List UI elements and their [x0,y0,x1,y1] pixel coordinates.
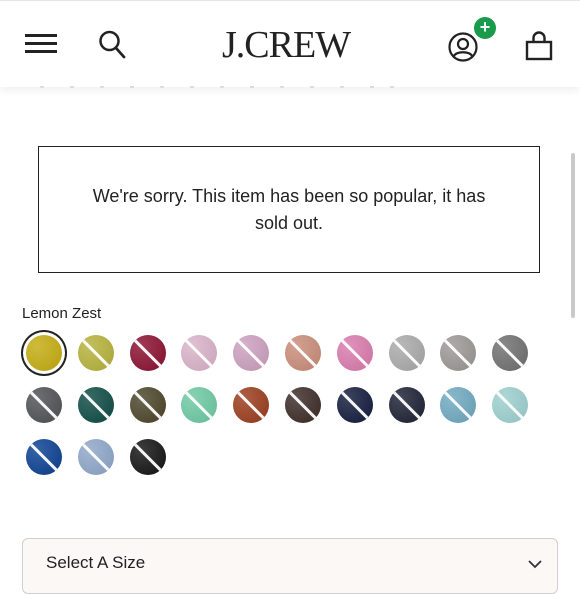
color-swatch[interactable] [77,439,114,475]
bag-icon[interactable] [525,31,553,61]
account-icon[interactable] [447,31,479,63]
color-swatch[interactable] [129,335,166,371]
size-select-dropdown[interactable]: Select A Size [22,538,558,594]
color-swatch[interactable] [129,387,166,423]
color-swatch[interactable] [440,335,477,371]
color-swatch[interactable] [77,335,114,371]
search-icon[interactable] [98,29,126,59]
color-swatch[interactable] [129,439,166,475]
menu-icon[interactable] [25,32,57,54]
color-swatch[interactable] [26,335,62,371]
plus-icon[interactable]: + [474,17,496,39]
color-swatch[interactable] [440,387,477,423]
color-swatch[interactable] [77,387,114,423]
sold-out-message: We're sorry. This item has been so popul… [92,185,486,233]
color-swatch[interactable] [233,387,270,423]
color-swatch[interactable] [336,335,373,371]
color-swatch[interactable] [181,335,218,371]
color-swatch[interactable] [388,335,425,371]
color-swatch[interactable] [233,335,270,371]
color-swatch[interactable] [26,439,62,475]
selected-color-label: Lemon Zest [22,305,102,322]
sold-out-notice: We're sorry. This item has been so popul… [38,146,540,273]
color-swatch[interactable] [181,387,218,423]
color-swatch[interactable] [336,387,373,423]
size-select-label: Select A Size [46,553,146,572]
top-navigation-bar: J.CREW + [0,0,580,87]
chevron-down-icon [528,560,542,569]
color-swatch[interactable] [26,387,62,423]
color-swatch[interactable] [492,387,529,423]
color-swatch[interactable] [285,387,321,423]
color-swatch[interactable] [285,335,321,371]
scrollbar[interactable] [571,153,575,318]
color-swatch[interactable] [492,335,529,371]
clipped-content-remnant [40,86,400,92]
jcrew-logo[interactable]: J.CREW [222,25,372,65]
color-swatch[interactable] [388,387,425,423]
